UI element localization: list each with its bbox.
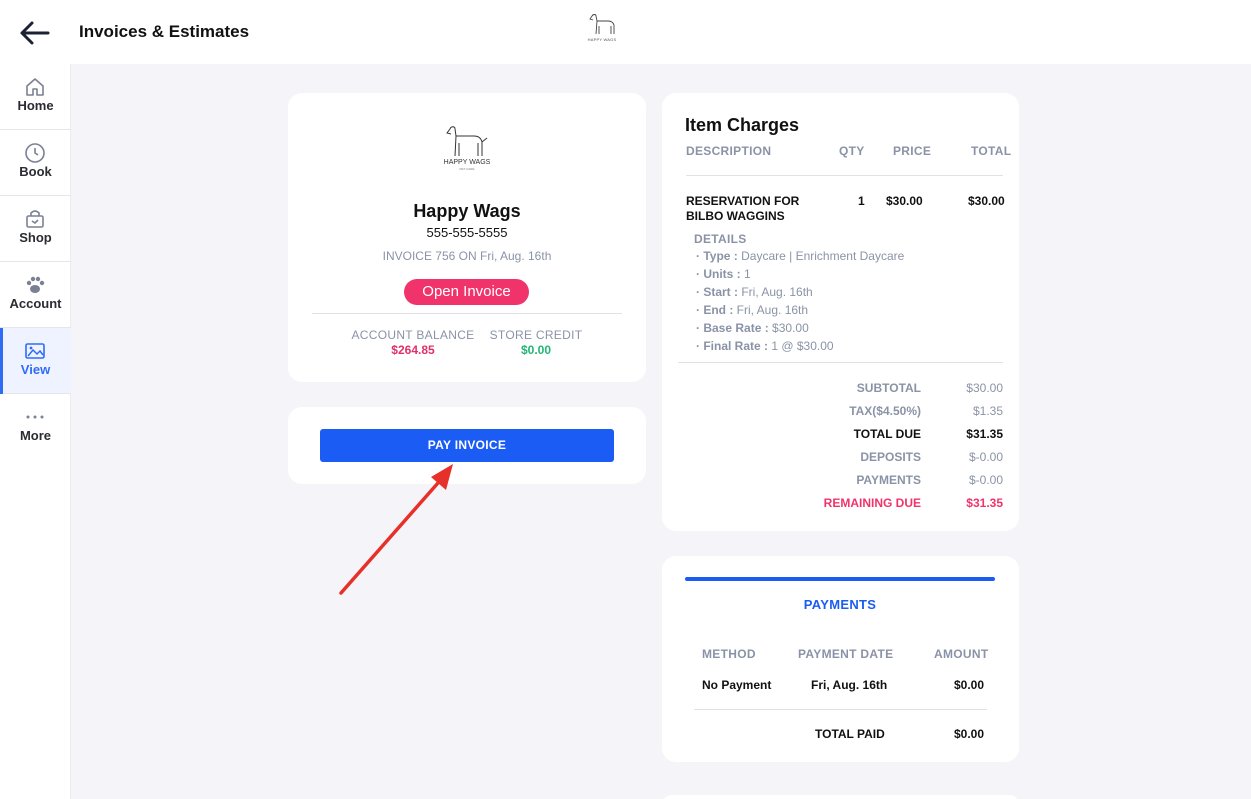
back-arrow-icon[interactable] bbox=[18, 18, 52, 48]
sidebar-item-book[interactable]: Book bbox=[0, 130, 71, 196]
divider bbox=[678, 362, 1003, 363]
business-phone: 555-555-5555 bbox=[426, 225, 508, 240]
column-header-description: DESCRIPTION bbox=[686, 144, 772, 158]
total-paid-value: $0.00 bbox=[954, 727, 985, 741]
deposits-value: $-0.00 bbox=[968, 450, 1003, 464]
shop-icon bbox=[26, 210, 44, 228]
sidebar-item-label: More bbox=[19, 428, 52, 443]
subtotal-label: SUBTOTAL bbox=[856, 381, 921, 395]
payments-title: PAYMENTS bbox=[803, 597, 877, 612]
sidebar-item-label: Book bbox=[19, 164, 52, 179]
sidebar: Home Book Shop Account View More bbox=[0, 64, 71, 799]
status-badge: Open Invoice bbox=[404, 279, 529, 305]
divider bbox=[312, 313, 622, 314]
remaining-due-value: $31.35 bbox=[966, 496, 1003, 510]
detail-row: · Base Rate : $30.00 bbox=[696, 321, 809, 335]
pay-invoice-button[interactable]: PAY INVOICE bbox=[320, 429, 614, 462]
item-description-line1: RESERVATION FOR bbox=[686, 194, 800, 208]
deposits-label: DEPOSITS bbox=[860, 450, 921, 464]
tax-label: TAX($4.50%) bbox=[849, 404, 921, 418]
business-card: HAPPY WAGS PET CARE Happy Wags 555-555-5… bbox=[288, 93, 646, 382]
column-header-total: TOTAL bbox=[971, 144, 1012, 158]
total-paid-label: TOTAL PAID bbox=[815, 727, 885, 741]
business-logo: HAPPY WAGS PET CARE bbox=[438, 123, 496, 171]
subtotal-value: $30.00 bbox=[966, 381, 1003, 395]
account-balance-label: ACCOUNT BALANCE bbox=[351, 328, 475, 342]
detail-row: · Start : Fri, Aug. 16th bbox=[696, 285, 813, 299]
payments-label: PAYMENTS bbox=[856, 473, 921, 487]
brand-logo-text: HAPPY WAGS bbox=[587, 37, 617, 42]
payment-method: No Payment bbox=[702, 678, 772, 692]
next-card bbox=[662, 795, 1019, 799]
item-description-line2: BILBO WAGGINS bbox=[686, 209, 785, 223]
sidebar-item-more[interactable]: More bbox=[0, 394, 71, 460]
item-qty: 1 bbox=[858, 194, 865, 208]
detail-row: · End : Fri, Aug. 16th bbox=[696, 303, 809, 317]
column-header-amount: AMOUNT bbox=[934, 647, 989, 661]
store-credit-value: $0.00 bbox=[520, 343, 552, 357]
home-icon bbox=[26, 78, 44, 96]
payment-date: Fri, Aug. 16th bbox=[811, 678, 888, 692]
divider bbox=[686, 175, 1003, 176]
business-name: Happy Wags bbox=[413, 201, 521, 221]
detail-row: · Final Rate : 1 @ $30.00 bbox=[696, 339, 834, 353]
invoice-number-date: INVOICE 756 ON Fri, Aug. 16th bbox=[382, 249, 552, 263]
remaining-due-label: REMAINING DUE bbox=[823, 496, 921, 510]
page-title: Invoices & Estimates bbox=[79, 22, 250, 41]
details-label: DETAILS bbox=[694, 232, 747, 246]
image-icon bbox=[25, 343, 45, 359]
item-total: $30.00 bbox=[968, 194, 1005, 208]
tax-value: $1.35 bbox=[972, 404, 1003, 418]
total-due-value: $31.35 bbox=[966, 427, 1003, 441]
sidebar-item-label: Account bbox=[9, 296, 62, 311]
top-bar: Invoices & Estimates HAPPY WAGS bbox=[0, 0, 1251, 64]
column-header-qty: QTY bbox=[839, 144, 865, 158]
sidebar-item-view[interactable]: View bbox=[0, 328, 71, 394]
business-logo-subtext: PET CARE bbox=[459, 167, 475, 171]
paw-icon bbox=[26, 276, 45, 293]
ellipsis-icon bbox=[26, 415, 44, 419]
brand-logo: HAPPY WAGS bbox=[584, 12, 620, 48]
sidebar-item-label: Home bbox=[17, 98, 54, 113]
sidebar-item-account[interactable]: Account bbox=[0, 262, 71, 328]
column-header-price: PRICE bbox=[893, 144, 932, 158]
column-header-payment-date: PAYMENT DATE bbox=[798, 647, 894, 661]
payments-value: $-0.00 bbox=[968, 473, 1003, 487]
payments-accent-bar bbox=[685, 577, 995, 581]
business-logo-text: HAPPY WAGS bbox=[443, 159, 491, 166]
payments-card: PAYMENTS METHOD PAYMENT DATE AMOUNT No P… bbox=[662, 556, 1019, 762]
sidebar-item-label: Shop bbox=[19, 230, 52, 245]
item-charges-card: Item Charges DESCRIPTION QTY PRICE TOTAL… bbox=[662, 93, 1019, 531]
column-header-method: METHOD bbox=[702, 647, 756, 661]
detail-row: · Type : Daycare | Enrichment Daycare bbox=[696, 249, 905, 263]
detail-row: · Units : 1 bbox=[696, 267, 751, 281]
store-credit-label: STORE CREDIT bbox=[489, 328, 583, 342]
pay-invoice-card: PAY INVOICE bbox=[288, 407, 646, 484]
item-charges-title: Item Charges bbox=[685, 115, 800, 135]
clock-icon bbox=[25, 143, 45, 163]
divider bbox=[694, 709, 987, 710]
account-balance-value: $264.85 bbox=[391, 343, 435, 357]
total-due-label: TOTAL DUE bbox=[853, 427, 921, 441]
sidebar-item-shop[interactable]: Shop bbox=[0, 196, 71, 262]
item-price: $30.00 bbox=[886, 194, 923, 208]
sidebar-item-home[interactable]: Home bbox=[0, 64, 71, 130]
sidebar-item-label: View bbox=[20, 362, 51, 377]
payment-amount: $0.00 bbox=[954, 678, 985, 692]
